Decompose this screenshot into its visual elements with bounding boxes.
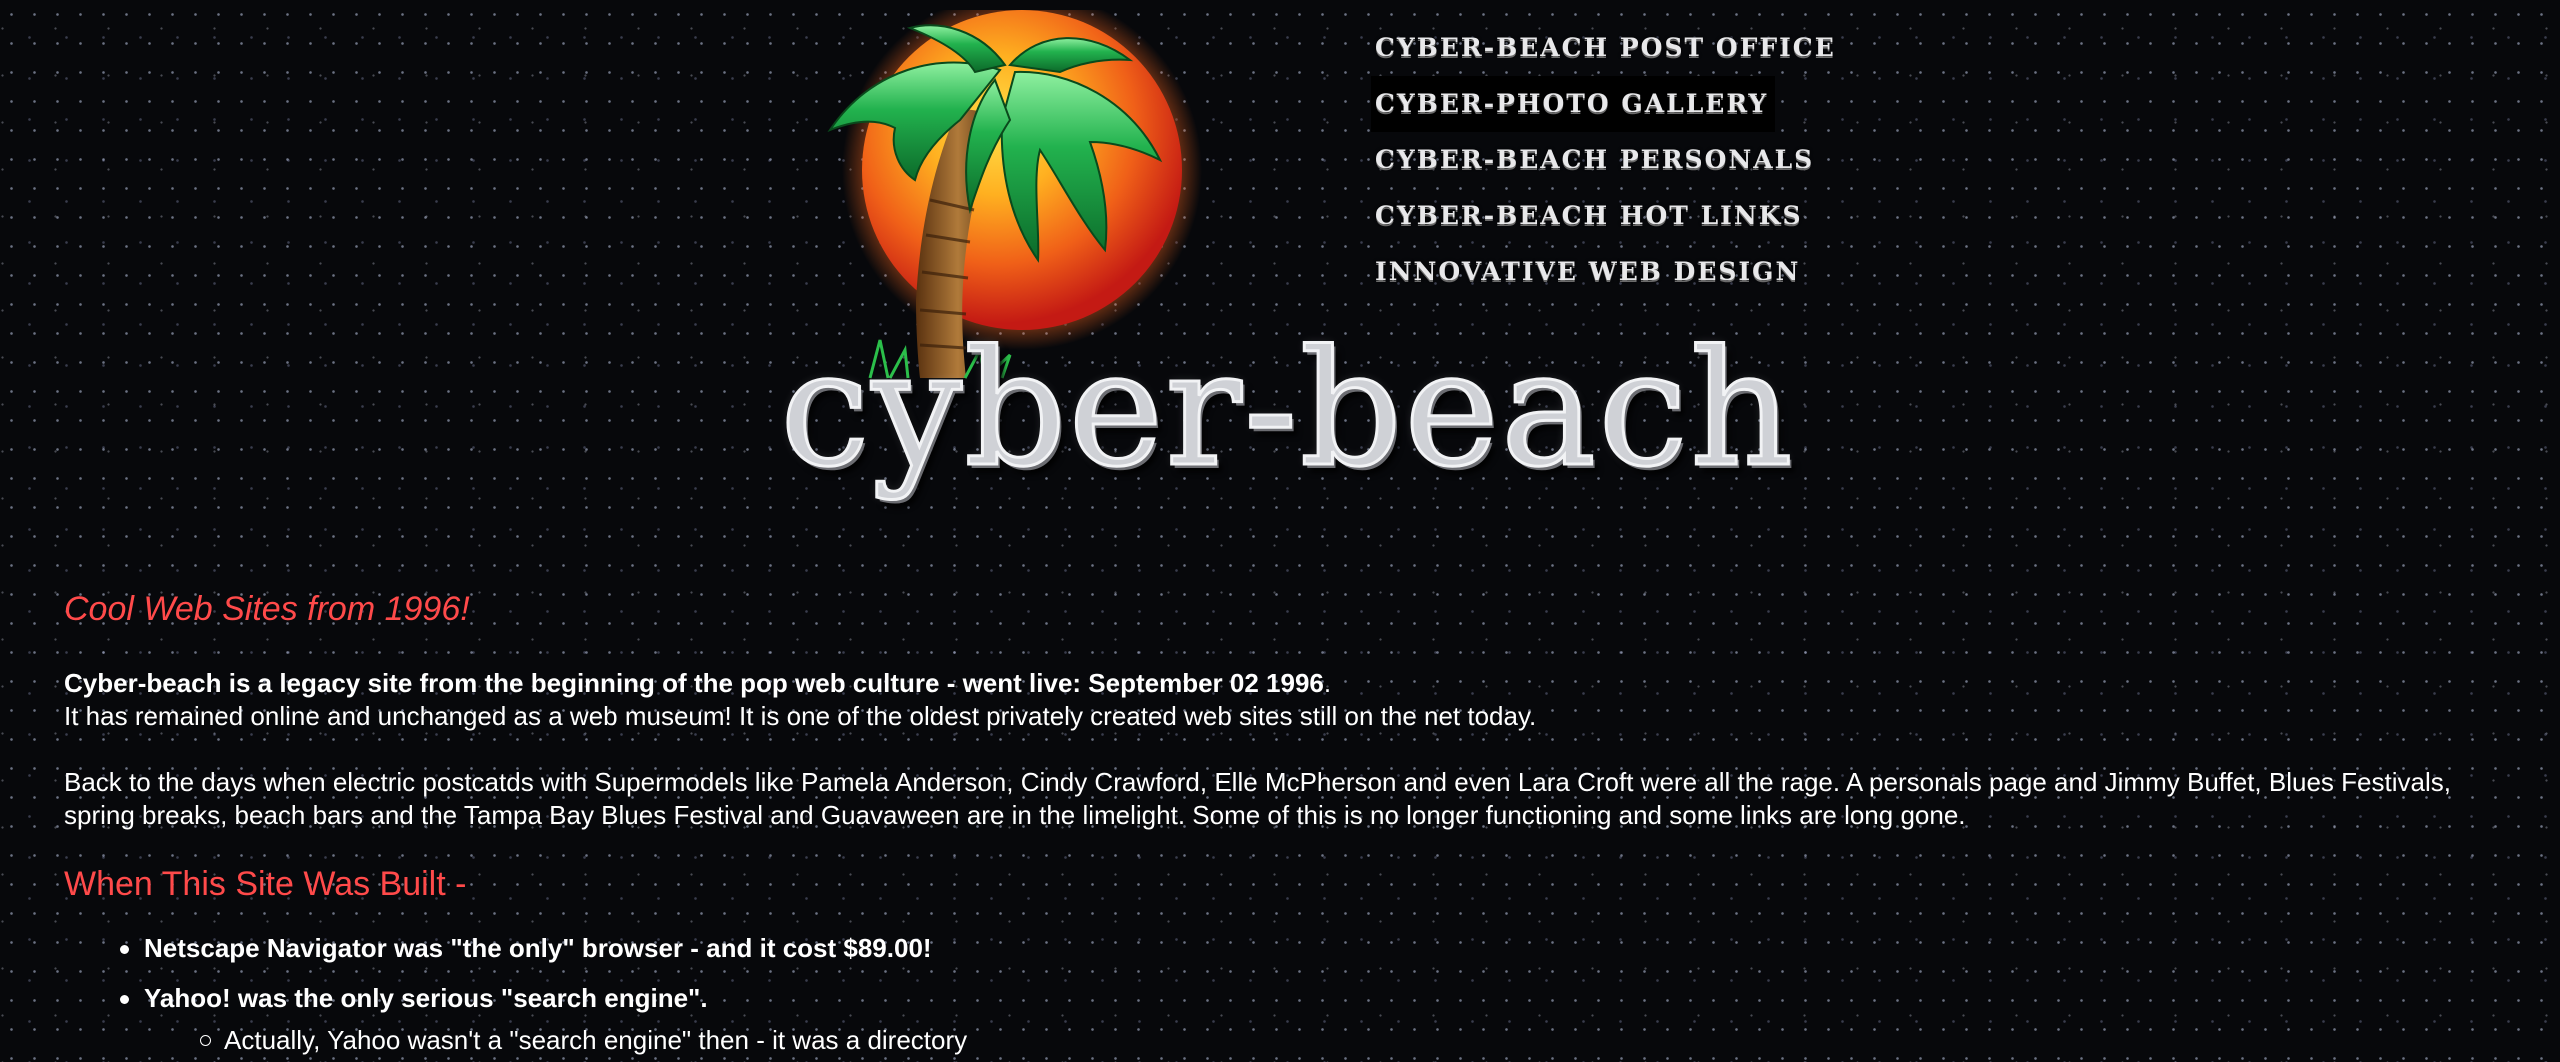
list-item-text: Yahoo! was the only serious "search engi… (144, 983, 708, 1013)
intro-bold-end: . (1323, 668, 1332, 698)
nav-post-office-link[interactable]: CYBER-BEACH POST OFFICE (1375, 20, 1834, 76)
history-paragraph: Back to the days when electric postcatds… (64, 767, 2451, 830)
nav-personals-link[interactable]: CYBER-BEACH PERSONALS (1375, 132, 1812, 188)
list-item: Netscape Navigator was "the only" browse… (120, 932, 2504, 965)
intro-line-2: It has remained online and unchanged as … (64, 701, 1537, 731)
sub-facts-list: Actually, Yahoo wasn't a "search engine"… (144, 1024, 2504, 1057)
brand-wordmark: cyber-beach (779, 314, 1795, 504)
sub-list-item: Actually, Yahoo wasn't a "search engine"… (200, 1024, 2504, 1057)
intro-bold-text: Cyber-beach is a legacy site from the be… (64, 668, 1324, 698)
intro-block: Cyber-beach is a legacy site from the be… (64, 667, 2504, 733)
intro-paragraph: Cyber-beach is a legacy site from the be… (64, 667, 2504, 700)
nav-hot-links-link[interactable]: CYBER-BEACH HOT LINKS (1375, 188, 1801, 244)
site-nav: CYBER-BEACH POST OFFICE CYBER-PHOTO GALL… (1371, 20, 1834, 300)
page: CYBER-BEACH POST OFFICE CYBER-PHOTO GALL… (0, 0, 2560, 1062)
built-heading: When This Site Was Built - (64, 865, 467, 903)
nav-photo-gallery-link[interactable]: CYBER-PHOTO GALLERY (1371, 76, 1775, 132)
main-content: Cool Web Sites from 1996! Cyber-beach is… (64, 590, 2504, 1062)
nav-web-design-link[interactable]: INNOVATIVE WEB DESIGN (1375, 244, 1798, 300)
facts-list: Netscape Navigator was "the only" browse… (64, 932, 2504, 1057)
intro-heading: Cool Web Sites from 1996! (64, 590, 470, 628)
list-item: Yahoo! was the only serious "search engi… (120, 982, 2504, 1057)
